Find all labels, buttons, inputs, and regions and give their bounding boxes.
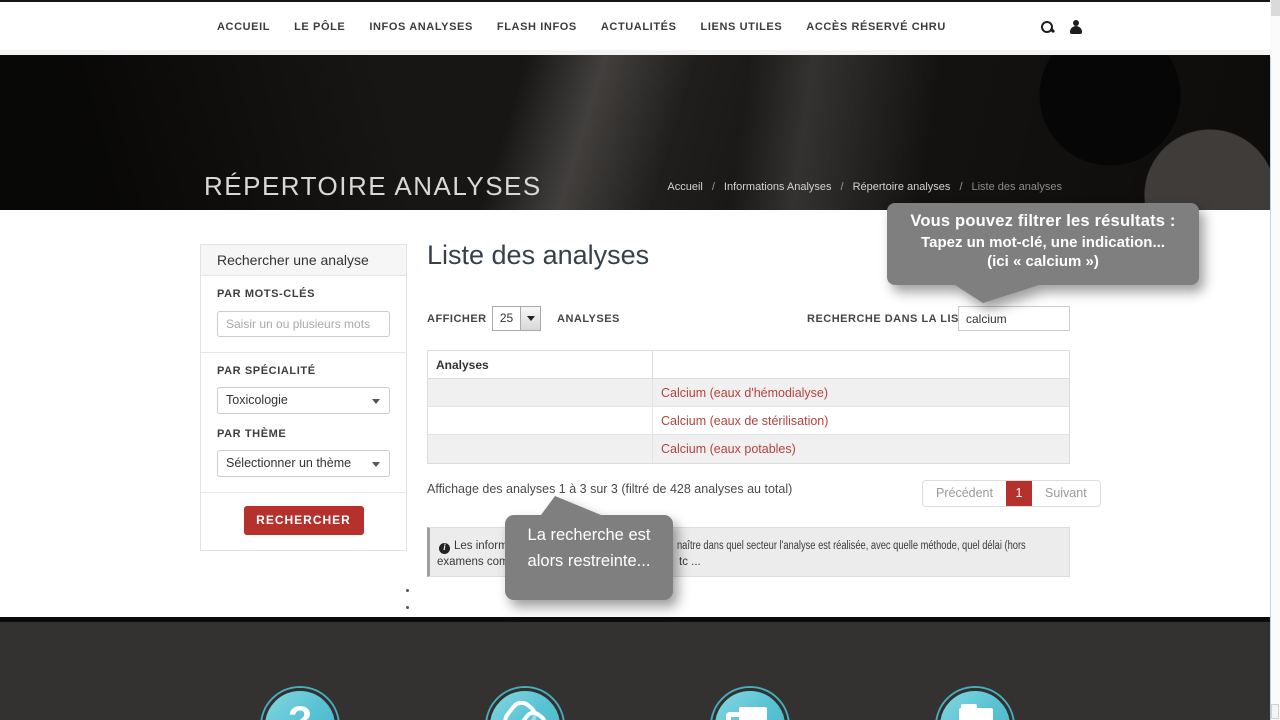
show-label: AFFICHER (427, 313, 487, 325)
main-nav: ACCUEIL LE PÔLE INFOS ANALYSES FLASH INF… (217, 2, 946, 52)
chevron-down-icon (372, 399, 380, 404)
table-row: Calcium (eaux d'hémodialyse) (428, 379, 1069, 407)
nav-acces-reserve-chru[interactable]: ACCÈS RÉSERVÉ CHRU (806, 21, 946, 33)
page-size-select[interactable]: 25 (492, 306, 541, 331)
specialty-label: PAR SPÉCIALITÉ (217, 365, 390, 377)
theme-select[interactable]: Sélectionner un thème (217, 450, 390, 477)
list-filter-input[interactable] (958, 306, 1070, 331)
search-panel: Rechercher une analyse PAR MOTS-CLÉS PAR… (200, 244, 407, 551)
artifact-dot (406, 589, 409, 592)
pagination-next[interactable]: Suivant (1032, 481, 1100, 506)
nav-liens-utiles[interactable]: LIENS UTILES (701, 21, 783, 33)
breadcrumb-separator: / (712, 181, 715, 193)
specialty-selected-value: Toxicologie (226, 393, 288, 407)
analyses-table: Analyses Calcium (eaux d'hémodialyse) Ca… (427, 350, 1070, 464)
callout-tail (955, 285, 1039, 303)
search-icon[interactable] (1040, 20, 1055, 35)
nav-le-pole[interactable]: LE PÔLE (294, 21, 345, 33)
specialty-select[interactable]: Toxicologie (217, 387, 390, 414)
info-text-fragment: naître dans quel secteur l'analyse est r… (677, 540, 1026, 552)
scrollbar-track-edge (1270, 57, 1271, 720)
breadcrumb-accueil[interactable]: Accueil (667, 181, 702, 193)
pagination-previous[interactable]: Précédent (923, 481, 1006, 506)
footer-link-question[interactable] (262, 688, 338, 720)
keywords-section: PAR MOTS-CLÉS (201, 276, 406, 353)
nav-actualites[interactable]: ACTUALITÉS (601, 21, 677, 33)
breadcrumb-informations-analyses[interactable]: Informations Analyses (724, 181, 832, 193)
scrollbar-thumb[interactable] (1271, 0, 1280, 16)
top-bar: ACCUEIL LE PÔLE INFOS ANALYSES FLASH INF… (0, 0, 1280, 50)
table-row: Calcium (eaux potables) (428, 435, 1069, 463)
table-row: Calcium (eaux de stérilisation) (428, 407, 1069, 435)
page: ACCUEIL LE PÔLE INFOS ANALYSES FLASH INF… (0, 0, 1280, 720)
chevron-down-icon (520, 307, 540, 330)
theme-label: PAR THÈME (217, 428, 390, 440)
breadcrumb-separator: / (841, 181, 844, 193)
button-section: RECHERCHER (201, 493, 406, 550)
callout-tail (541, 496, 601, 515)
restrict-tip-line1: La recherche est (505, 526, 673, 545)
breadcrumb: Accueil / Informations Analyses / Répert… (667, 181, 1062, 193)
breadcrumb-repertoire-analyses[interactable]: Répertoire analyses (853, 181, 951, 193)
table-header-analyses: Analyses (428, 351, 653, 378)
footer-link-attachments[interactable] (487, 688, 563, 720)
search-button[interactable]: RECHERCHER (244, 506, 364, 535)
analysis-link-potables[interactable]: Calcium (eaux potables) (661, 442, 796, 456)
scrollbar-bottom-button[interactable] (1271, 704, 1279, 719)
footer-link-mug[interactable] (712, 688, 788, 720)
keywords-input[interactable] (217, 311, 390, 337)
page-size-value: 25 (493, 307, 520, 330)
filter-tip-line3: (ici « calcium ») (887, 253, 1199, 270)
hero-banner: RÉPERTOIRE ANALYSES Accueil / Informatio… (0, 55, 1270, 210)
question-mark-icon (265, 691, 335, 720)
analysis-link-sterilisation[interactable]: Calcium (eaux de stérilisation) (661, 414, 828, 428)
filter-tip-callout: Vous pouvez filtrer les résultats : Tape… (887, 203, 1199, 303)
info-text-fragment: tc ... (679, 556, 701, 568)
chevron-down-icon (372, 462, 380, 467)
top-icons (1040, 2, 1083, 52)
breadcrumb-current: Liste des analyses (972, 181, 1063, 193)
info-icon (439, 543, 450, 554)
page-title: RÉPERTOIRE ANALYSES (204, 171, 542, 202)
show-unit-label: ANALYSES (557, 313, 620, 325)
filters-section: PAR SPÉCIALITÉ Toxicologie PAR THÈME Sél… (201, 353, 406, 493)
theme-selected-value: Sélectionner un thème (226, 456, 351, 470)
scrollbar (1270, 0, 1280, 720)
restrict-tip-callout: La recherche est alors restreinte... (505, 496, 673, 600)
footer (0, 617, 1270, 720)
filter-tip-line1: Vous pouvez filtrer les résultats : (887, 212, 1199, 231)
pagination: Précédent 1 Suivant (922, 480, 1101, 507)
pagination-page-1[interactable]: 1 (1006, 481, 1032, 506)
filter-tip-line2: Tapez un mot-clé, une indication... (887, 234, 1199, 251)
keywords-label: PAR MOTS-CLÉS (217, 288, 390, 300)
search-panel-title: Rechercher une analyse (201, 245, 406, 276)
table-header-row: Analyses (428, 351, 1069, 379)
nav-infos-analyses[interactable]: INFOS ANALYSES (369, 21, 473, 33)
artifact-dot (406, 606, 409, 609)
nav-flash-infos[interactable]: FLASH INFOS (497, 21, 577, 33)
breadcrumb-separator: / (959, 181, 962, 193)
restrict-tip-line2: alors restreinte... (505, 552, 673, 571)
list-filter-label: RECHERCHE DANS LA LISTE : (807, 313, 982, 325)
nav-accueil[interactable]: ACCUEIL (217, 21, 270, 33)
results-summary: Affichage des analyses 1 à 3 sur 3 (filt… (427, 482, 792, 496)
user-icon[interactable] (1069, 20, 1083, 35)
analysis-link-hemodialyse[interactable]: Calcium (eaux d'hémodialyse) (661, 386, 828, 400)
footer-link-documents[interactable] (937, 688, 1013, 720)
list-title: Liste des analyses (427, 240, 649, 271)
